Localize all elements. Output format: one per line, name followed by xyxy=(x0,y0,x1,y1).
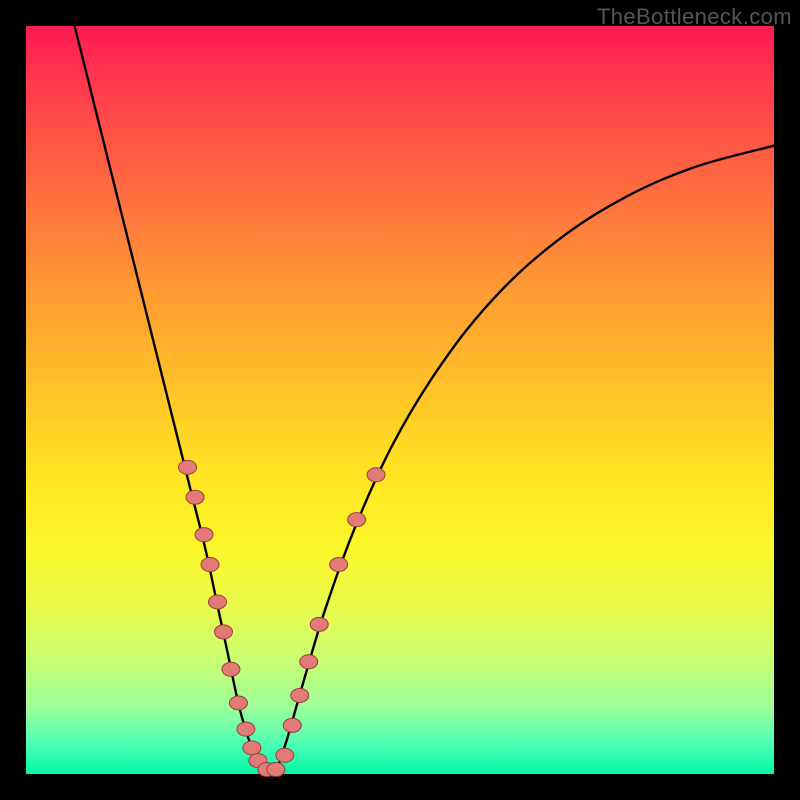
data-marker xyxy=(229,696,247,710)
data-marker xyxy=(222,662,240,676)
data-marker xyxy=(291,688,309,702)
data-marker xyxy=(283,718,301,732)
plot-area xyxy=(26,26,774,774)
curve-layer xyxy=(26,26,774,774)
data-marker xyxy=(300,655,318,669)
data-marker xyxy=(348,513,366,527)
data-marker xyxy=(310,617,328,631)
data-marker xyxy=(186,490,204,504)
data-marker xyxy=(201,558,219,572)
data-marker xyxy=(179,460,197,474)
chart-frame: TheBottleneck.com xyxy=(0,0,800,800)
data-marker xyxy=(367,468,385,482)
curve-left-branch xyxy=(75,26,262,770)
data-marker xyxy=(208,595,226,609)
data-marker xyxy=(195,528,213,542)
data-marker xyxy=(276,748,294,762)
data-marker xyxy=(330,558,348,572)
data-marker xyxy=(267,763,285,777)
data-marker xyxy=(214,625,232,639)
data-marker xyxy=(243,741,261,755)
watermark: TheBottleneck.com xyxy=(597,4,792,30)
data-marker xyxy=(237,722,255,736)
curve-right-branch xyxy=(277,146,774,771)
